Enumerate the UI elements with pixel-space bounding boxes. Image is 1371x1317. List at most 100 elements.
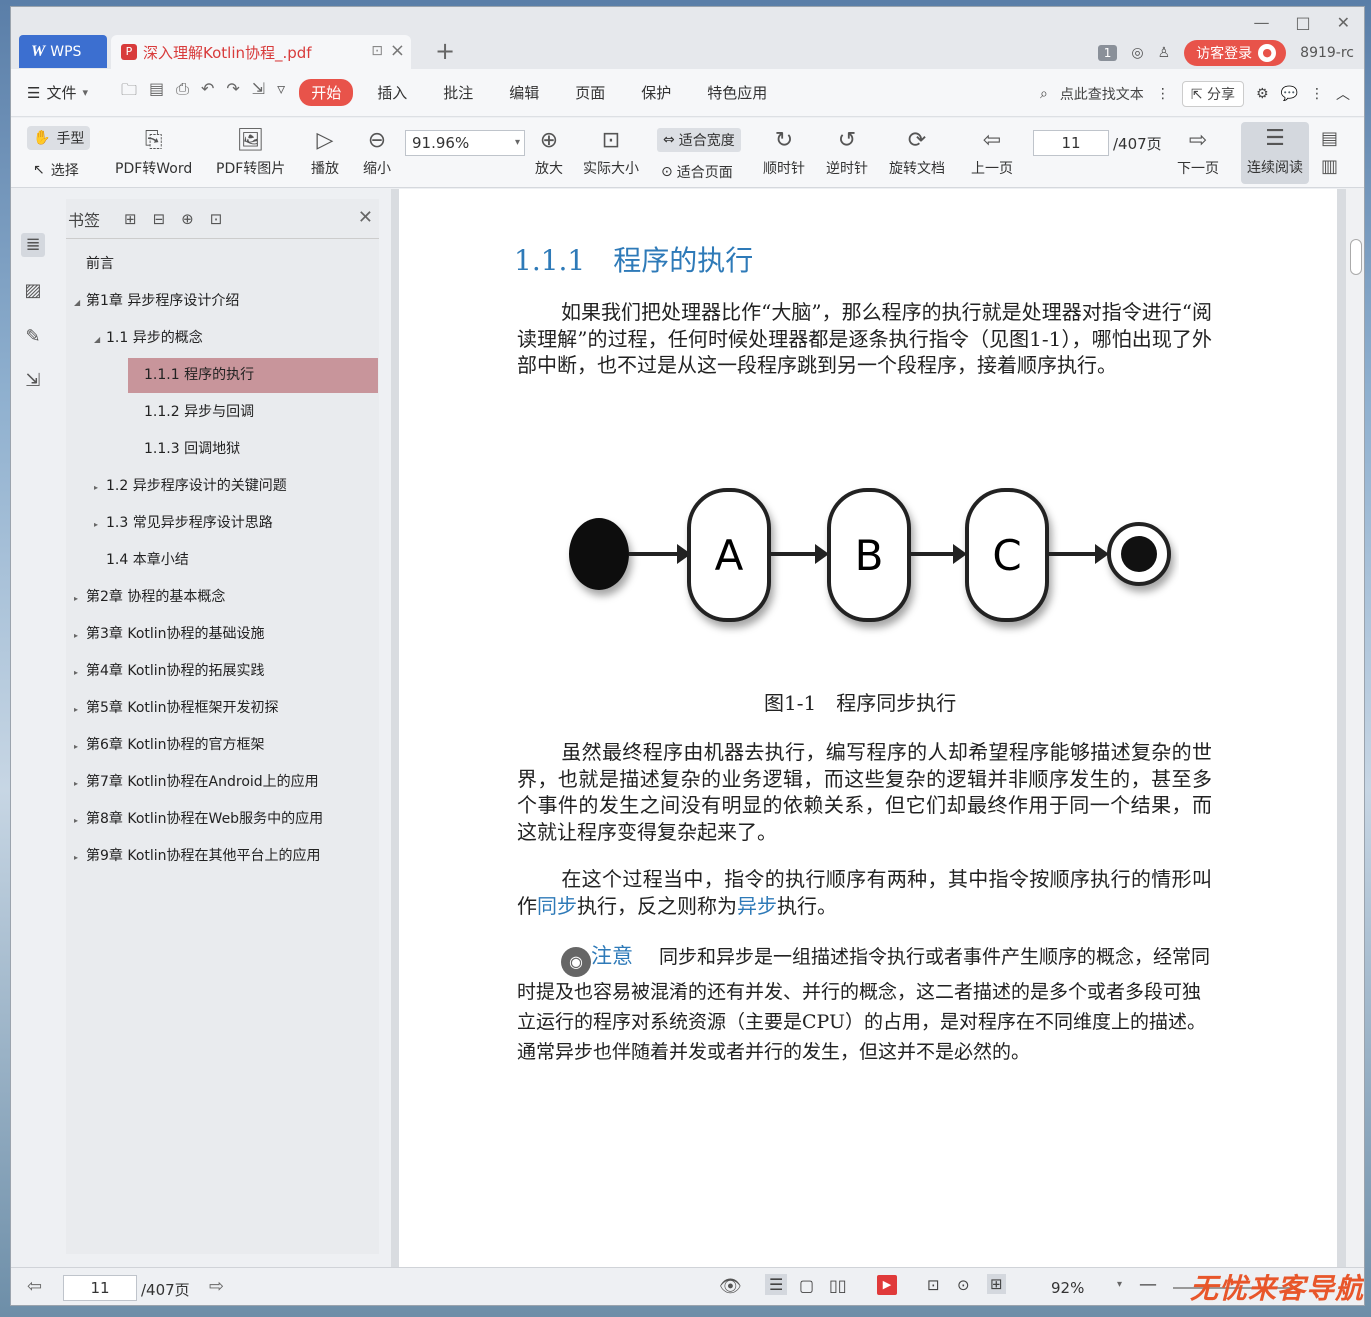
continuous-view-icon[interactable]: ☰: [765, 1274, 788, 1295]
annotation-icon[interactable]: ✎: [21, 325, 45, 349]
bookmark-item[interactable]: ▸ 第9章 Kotlin协程在其他平台上的应用: [66, 839, 366, 874]
redo-icon[interactable]: ↷: [226, 79, 239, 106]
expand-toggle-icon[interactable]: ▸: [94, 507, 106, 542]
tab-special-apps[interactable]: 特色应用: [695, 79, 779, 106]
prev-page-status-icon[interactable]: ⇦: [27, 1276, 42, 1297]
document-tab[interactable]: P 深入理解Kotlin协程_.pdf ⊡ ×: [111, 35, 411, 69]
zoom-minus-icon[interactable]: —: [1139, 1274, 1157, 1295]
window-count-badge[interactable]: 1: [1097, 45, 1118, 61]
expand-toggle-icon[interactable]: ◢: [94, 322, 106, 357]
bookmark-item[interactable]: ▸ 第2章 协程的基本概念: [66, 580, 366, 615]
tab-protect[interactable]: 保护: [629, 79, 683, 106]
tab-annotate[interactable]: 批注: [431, 79, 485, 106]
attachment-icon[interactable]: ⇲: [21, 369, 45, 393]
bookmark-item[interactable]: ▸ 第8章 Kotlin协程在Web服务中的应用: [66, 802, 366, 837]
wps-home-tab[interactable]: W WPS: [19, 35, 107, 68]
file-menu[interactable]: ☰ 文件 ▾: [11, 82, 121, 103]
zoom-dropdown-status-icon[interactable]: ▾: [1117, 1279, 1122, 1290]
zoom-input[interactable]: 91.96% ▾: [405, 130, 525, 156]
maximize-icon[interactable]: □: [1295, 13, 1310, 32]
shirt-icon[interactable]: ♙: [1158, 45, 1171, 61]
close-tab-icon[interactable]: ×: [390, 40, 405, 61]
fit-width-button[interactable]: ⇔ 适合宽度: [657, 128, 741, 152]
pin-tab-icon[interactable]: ⊡: [371, 43, 383, 59]
expand-toggle-icon[interactable]: ▸: [74, 729, 86, 764]
continuous-reading-button[interactable]: ☰ 连续阅读: [1241, 122, 1309, 184]
save-icon[interactable]: ▤: [149, 79, 164, 106]
expand-toggle-icon[interactable]: ▸: [74, 692, 86, 727]
actual-size-status-icon[interactable]: ⊡: [927, 1276, 940, 1294]
skin-icon[interactable]: ◎: [1131, 45, 1143, 61]
status-zoom-value[interactable]: 92%: [1051, 1279, 1084, 1297]
bookmark-item[interactable]: ◢ 1.1 异步的概念: [66, 321, 366, 356]
bookmark-item[interactable]: 1.1.2 异步与回调: [128, 395, 378, 430]
play-button[interactable]: ▷ 播放: [311, 126, 339, 178]
minimize-icon[interactable]: —: [1253, 13, 1269, 32]
bookmark-item[interactable]: ▸ 第7章 Kotlin协程在Android上的应用: [66, 765, 366, 800]
expand-all-icon[interactable]: ⊞: [124, 210, 137, 228]
scrollbar-thumb[interactable]: [1350, 239, 1362, 275]
login-button[interactable]: 访客登录 ●: [1184, 40, 1287, 66]
zoom-in-button[interactable]: ⊕ 放大: [535, 126, 563, 178]
thumbnail-icon[interactable]: ▨: [21, 279, 45, 303]
search-icon[interactable]: ⌕: [1040, 86, 1048, 102]
rotate-clockwise-button[interactable]: ↻ 顺时针: [763, 126, 805, 178]
pdf-to-word-button[interactable]: ⎘ PDF转Word: [115, 126, 192, 178]
expand-toggle-icon[interactable]: ▸: [74, 766, 86, 801]
add-bookmark-icon[interactable]: ⊕: [181, 210, 194, 228]
rotate-counterclockwise-button[interactable]: ↺ 逆时针: [826, 126, 868, 178]
tab-page[interactable]: 页面: [563, 79, 617, 106]
expand-toggle-icon[interactable]: ▸: [74, 803, 86, 838]
bookmark-item[interactable]: ▸ 1.3 常见异步程序设计思路: [66, 506, 366, 541]
tab-edit[interactable]: 编辑: [497, 79, 551, 106]
bookmark-item[interactable]: ▸ 1.2 异步程序设计的关键问题: [66, 469, 366, 504]
next-page-button[interactable]: ⇨ 下一页: [1177, 126, 1219, 178]
dual-view-icon[interactable]: ▯▯: [829, 1276, 847, 1295]
bookmark-item[interactable]: ▸ 第4章 Kotlin协程的拓展实践: [66, 654, 366, 689]
next-page-status-icon[interactable]: ⇨: [209, 1276, 224, 1297]
close-panel-icon[interactable]: ✕: [358, 207, 373, 228]
eye-protection-icon[interactable]: 👁: [719, 1276, 742, 1297]
expand-toggle-icon[interactable]: ▸: [74, 655, 86, 690]
bookmark-options-icon[interactable]: ⊡: [210, 210, 223, 228]
bookmark-item[interactable]: ▸ 第3章 Kotlin协程的基础设施: [66, 617, 366, 652]
close-window-icon[interactable]: ✕: [1337, 13, 1350, 32]
bookmark-item[interactable]: ▸ 第6章 Kotlin协程的官方框架: [66, 728, 366, 763]
bookmark-item[interactable]: 前言: [66, 247, 366, 282]
hand-tool-button[interactable]: ✋ 手型: [27, 126, 91, 150]
chat-icon[interactable]: 💬: [1281, 86, 1298, 102]
find-text-input[interactable]: 点此查找文本: [1060, 84, 1144, 104]
expand-toggle-icon[interactable]: ▸: [74, 581, 86, 616]
page-number-input[interactable]: 11: [1033, 130, 1109, 156]
single-page-icon[interactable]: ▤: [1321, 128, 1338, 149]
play-status-icon[interactable]: ▶: [877, 1275, 897, 1295]
vertical-scrollbar[interactable]: [1346, 189, 1364, 1267]
new-tab-button[interactable]: +: [435, 37, 455, 65]
export-icon[interactable]: ⇲: [252, 79, 265, 106]
more-dropdown-icon[interactable]: ▿: [277, 79, 285, 106]
fit-page-status-icon[interactable]: ⊙: [957, 1276, 970, 1294]
bookmark-item[interactable]: ▸ 第5章 Kotlin协程框架开发初探: [66, 691, 366, 726]
previous-page-button[interactable]: ⇦ 上一页: [971, 126, 1013, 178]
bookmark-item[interactable]: ◢ 第1章 异步程序设计介绍: [66, 284, 366, 319]
expand-toggle-icon[interactable]: ▸: [74, 840, 86, 875]
open-folder-icon[interactable]: 🗀: [121, 79, 137, 106]
async-link[interactable]: 异步: [737, 894, 777, 918]
tab-insert[interactable]: 插入: [365, 79, 419, 106]
bookmark-item[interactable]: 1.1.3 回调地狱: [128, 432, 378, 467]
single-view-icon[interactable]: ▢: [799, 1276, 814, 1295]
zoom-dropdown-icon[interactable]: ▾: [515, 131, 520, 155]
bookmark-panel-icon[interactable]: ≣: [21, 233, 45, 257]
share-button[interactable]: ⇱ 分享: [1181, 81, 1244, 107]
more-vertical-icon[interactable]: ⋮: [1156, 86, 1170, 102]
bookmark-item[interactable]: 1.4 本章小结: [66, 543, 366, 578]
bookmark-item[interactable]: 1.1.1 程序的执行: [128, 358, 378, 393]
zoom-out-button[interactable]: ⊖ 缩小: [363, 126, 391, 178]
print-icon[interactable]: ⎙: [176, 79, 189, 106]
actual-size-button[interactable]: ⊡ 实际大小: [583, 126, 639, 178]
more-menu-icon[interactable]: ⋮: [1310, 86, 1324, 102]
fit-page-button[interactable]: ⊙ 适合页面: [661, 162, 733, 182]
fit-width-status-icon[interactable]: ⊞: [987, 1274, 1006, 1294]
expand-toggle-icon[interactable]: ◢: [74, 285, 86, 320]
status-page-input[interactable]: 11: [63, 1275, 137, 1301]
